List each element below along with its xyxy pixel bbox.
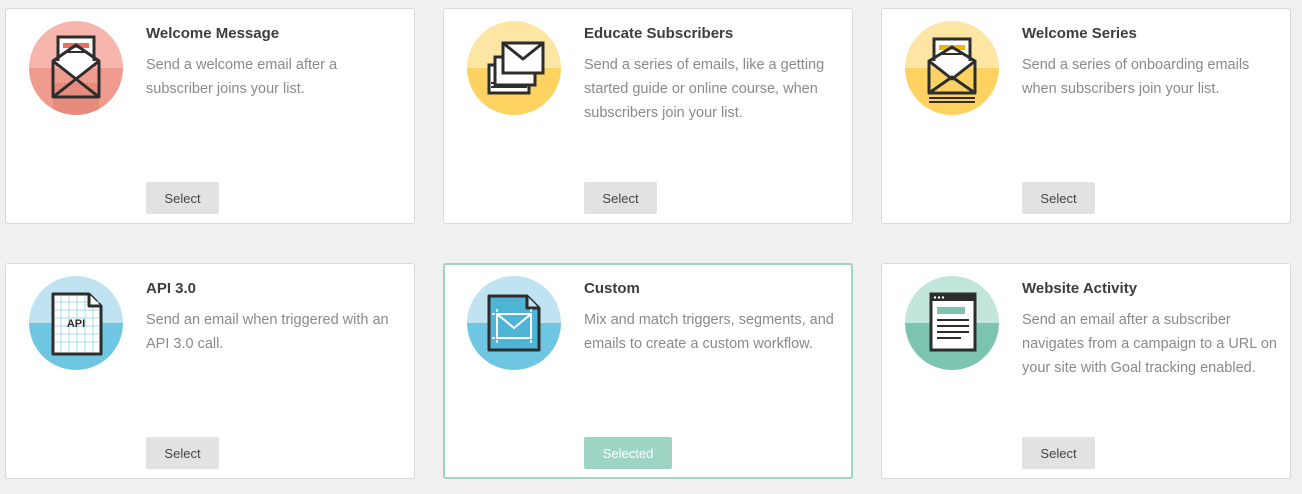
card-title: Custom bbox=[584, 280, 640, 297]
select-button[interactable]: Select bbox=[1022, 182, 1095, 214]
workflow-card-welcome-series[interactable]: Welcome Series Send a series of onboardi… bbox=[881, 8, 1291, 224]
card-title: Welcome Message bbox=[146, 25, 280, 42]
open-envelope-icon bbox=[29, 21, 123, 115]
stacked-envelopes-icon bbox=[467, 21, 561, 115]
card-description: Send a welcome email after a subscriber … bbox=[146, 57, 338, 97]
custom-blueprint-icon bbox=[467, 276, 561, 370]
card-title: API 3.0 bbox=[146, 280, 197, 297]
card-description: Send an email after a subscriber navigat… bbox=[1022, 312, 1277, 376]
envelope-series-icon bbox=[905, 21, 999, 115]
card-description: Mix and match triggers, segments, and em… bbox=[584, 312, 834, 352]
select-button[interactable]: Select bbox=[146, 182, 219, 214]
card-description: Send a series of emails, like a getting … bbox=[584, 57, 825, 121]
card-title: Educate Subscribers bbox=[584, 25, 734, 42]
select-button[interactable]: Select bbox=[584, 182, 657, 214]
workflow-card-website-activity[interactable]: Website Activity Send an email after a s… bbox=[881, 263, 1291, 479]
selected-button[interactable]: Selected bbox=[584, 437, 672, 469]
api-document-icon: API bbox=[29, 276, 123, 370]
card-title: Website Activity bbox=[1022, 280, 1138, 297]
select-button[interactable]: Select bbox=[1022, 437, 1095, 469]
card-description: Send an email when triggered with an API… bbox=[146, 312, 389, 352]
workflow-card-custom[interactable]: Custom Mix and match triggers, segments,… bbox=[443, 263, 853, 479]
card-description: Send a series of onboarding emails when … bbox=[1022, 57, 1250, 97]
workflow-card-educate-subscribers[interactable]: Educate Subscribers Send a series of ema… bbox=[443, 8, 853, 224]
workflow-card-welcome-message[interactable]: Welcome Message Send a welcome email aft… bbox=[5, 8, 415, 224]
svg-text:API: API bbox=[67, 318, 85, 330]
card-title: Welcome Series bbox=[1022, 25, 1137, 42]
browser-window-icon bbox=[905, 276, 999, 370]
select-button[interactable]: Select bbox=[146, 437, 219, 469]
workflow-card-api[interactable]: API API 3.0 Send an email when triggered… bbox=[5, 263, 415, 479]
